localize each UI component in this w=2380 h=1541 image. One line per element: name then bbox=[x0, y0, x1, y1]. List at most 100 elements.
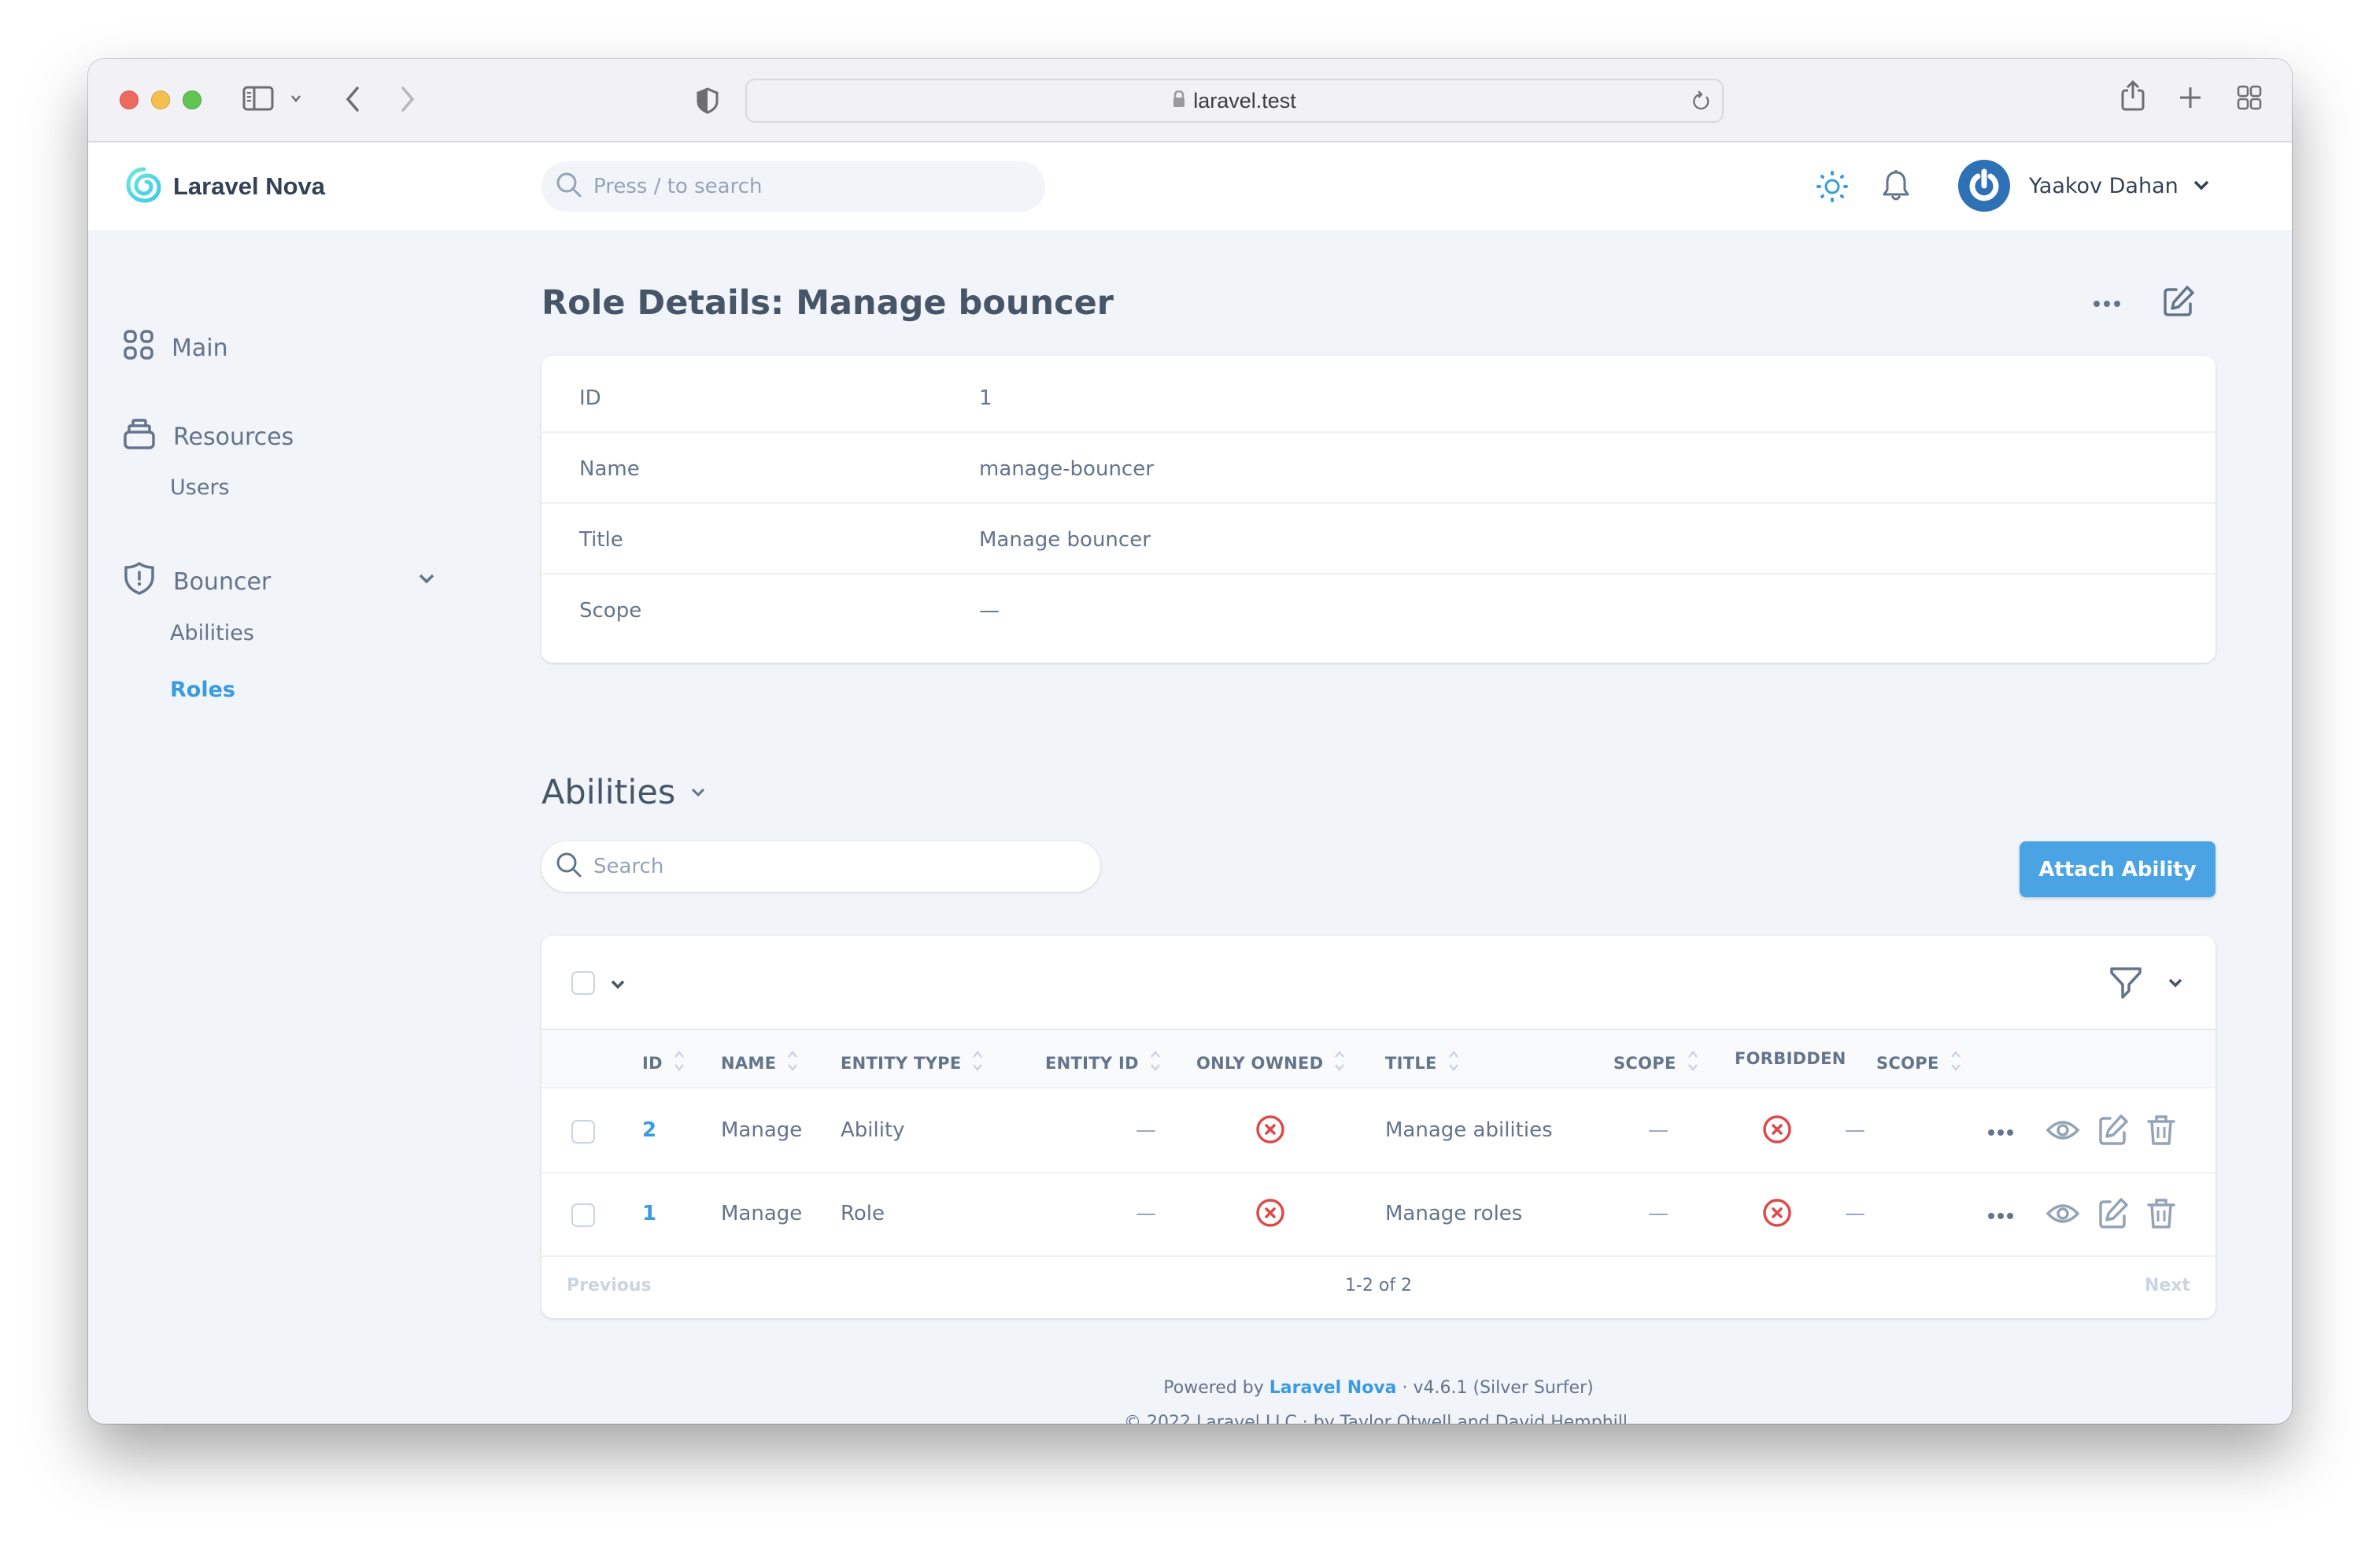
sort-icon[interactable] bbox=[972, 1049, 983, 1077]
column-header-label: FORBIDDEN bbox=[1735, 1049, 1846, 1068]
column-header-label: ID bbox=[642, 1053, 663, 1073]
new-tab-icon[interactable] bbox=[2179, 86, 2202, 109]
column-header[interactable]: SCOPE bbox=[1876, 1049, 1961, 1077]
sort-icon[interactable] bbox=[1334, 1049, 1345, 1077]
column-header[interactable]: SCOPE bbox=[1613, 1049, 1698, 1077]
theme-sun-icon[interactable] bbox=[1816, 171, 1848, 205]
user-menu[interactable]: Yaakov Dahan bbox=[1958, 160, 2210, 212]
abilities-section-title[interactable]: Abilities bbox=[541, 773, 707, 812]
column-header[interactable]: NAME bbox=[721, 1049, 798, 1077]
column-header[interactable]: ONLY OWNED bbox=[1196, 1049, 1345, 1077]
footer-powered-by: Powered by Laravel Nova · v4.6.1 (Silver… bbox=[541, 1371, 2216, 1406]
row-checkbox[interactable] bbox=[571, 1203, 595, 1227]
detail-label: Title bbox=[579, 528, 623, 552]
select-all-dropdown-icon[interactable] bbox=[609, 978, 626, 993]
reload-icon[interactable] bbox=[1691, 90, 1711, 116]
brand-name: Laravel Nova bbox=[173, 172, 325, 200]
table-row[interactable]: 2 Manage Ability — Manage abilities — — bbox=[541, 1090, 2216, 1173]
filter-dropdown-icon[interactable] bbox=[2167, 977, 2184, 992]
sidebar-group-resources[interactable]: Resources bbox=[123, 417, 294, 456]
view-eye-icon[interactable] bbox=[2046, 1198, 2080, 1232]
cell-name: Manage bbox=[721, 1118, 803, 1142]
sidebar-item-main[interactable]: Main bbox=[123, 329, 228, 367]
minimize-window-button[interactable] bbox=[151, 91, 170, 109]
address-bar[interactable]: laravel.test bbox=[745, 79, 1724, 123]
detail-row-scope: Scope — bbox=[541, 575, 2216, 645]
sidebar-toggle-icon[interactable] bbox=[242, 86, 274, 111]
sort-icon[interactable] bbox=[787, 1049, 798, 1077]
cell-title: Manage abilities bbox=[1385, 1118, 1553, 1142]
sort-icon[interactable] bbox=[1448, 1049, 1459, 1077]
sidebar-group-bouncer[interactable]: Bouncer bbox=[123, 561, 271, 602]
chevron-down-icon bbox=[2193, 179, 2210, 194]
column-header[interactable]: ENTITY ID bbox=[1045, 1049, 1161, 1077]
privacy-shield-icon[interactable] bbox=[697, 87, 719, 114]
view-eye-icon[interactable] bbox=[2046, 1114, 2080, 1149]
tab-overview-icon[interactable] bbox=[2237, 85, 2262, 110]
share-icon[interactable] bbox=[2120, 79, 2145, 111]
more-actions-icon[interactable] bbox=[1987, 1125, 2014, 1140]
select-all-checkbox[interactable] bbox=[571, 971, 595, 995]
page-title: Role Details: Manage bouncer bbox=[541, 283, 1114, 323]
cell-pivot-scope: — bbox=[1845, 1118, 1865, 1142]
forward-icon[interactable] bbox=[400, 86, 416, 113]
notifications-bell-icon[interactable] bbox=[1881, 169, 1911, 207]
chevron-down-icon[interactable] bbox=[417, 572, 436, 588]
cell-id[interactable]: 2 bbox=[642, 1118, 656, 1142]
detail-label: Name bbox=[579, 457, 640, 481]
chevron-down-icon[interactable] bbox=[290, 94, 302, 103]
back-icon[interactable] bbox=[345, 86, 360, 113]
pagination: Previous 1-2 of 2 Next bbox=[541, 1255, 2216, 1318]
filter-icon[interactable] bbox=[2108, 966, 2143, 1003]
cell-scope: — bbox=[1648, 1118, 1669, 1142]
cell-entity-id: — bbox=[1136, 1118, 1156, 1142]
edit-icon[interactable] bbox=[2162, 285, 2195, 321]
brand[interactable]: Laravel Nova bbox=[126, 166, 325, 207]
sidebar-item-abilities[interactable]: Abilities bbox=[170, 621, 254, 645]
sort-icon[interactable] bbox=[1150, 1049, 1161, 1077]
shield-exclamation-icon bbox=[123, 561, 156, 602]
nova-link[interactable]: Laravel Nova bbox=[1269, 1378, 1397, 1398]
delete-trash-icon[interactable] bbox=[2146, 1114, 2176, 1150]
more-actions-icon[interactable] bbox=[1987, 1208, 2014, 1223]
global-search[interactable] bbox=[541, 161, 1045, 212]
forbidden-false-icon bbox=[1761, 1197, 1793, 1234]
sort-icon[interactable] bbox=[674, 1049, 685, 1077]
attach-ability-button[interactable]: Attach Ability bbox=[2020, 841, 2216, 897]
global-search-input[interactable] bbox=[593, 175, 987, 198]
column-header[interactable]: ID bbox=[642, 1049, 685, 1077]
cell-id[interactable]: 1 bbox=[642, 1202, 656, 1225]
fullscreen-window-button[interactable] bbox=[183, 91, 201, 109]
sort-icon[interactable] bbox=[1687, 1049, 1698, 1077]
abilities-search-input[interactable] bbox=[593, 855, 1066, 878]
footer: Powered by Laravel Nova · v4.6.1 (Silver… bbox=[541, 1371, 2216, 1424]
app-header: Laravel Nova Yaakov Dahan bbox=[88, 142, 2292, 230]
sidebar-group-label: Bouncer bbox=[173, 567, 272, 596]
sort-icon[interactable] bbox=[1950, 1049, 1961, 1077]
detail-value: — bbox=[979, 599, 1000, 623]
delete-trash-icon[interactable] bbox=[2146, 1197, 2176, 1233]
detail-row-id: ID 1 bbox=[541, 362, 2216, 433]
table-row[interactable]: 1 Manage Role — Manage roles — — bbox=[541, 1173, 2216, 1257]
row-actions bbox=[1987, 1114, 2176, 1150]
details-panel: ID 1 Name manage-bouncer Title Manage bo… bbox=[541, 356, 2216, 663]
detail-value: Manage bouncer bbox=[979, 528, 1151, 552]
close-window-button[interactable] bbox=[120, 91, 139, 109]
column-header-label: ONLY OWNED bbox=[1196, 1053, 1324, 1073]
detail-value: 1 bbox=[979, 386, 992, 410]
browser-toolbar: laravel.test bbox=[88, 59, 2292, 142]
edit-icon[interactable] bbox=[2097, 1197, 2129, 1233]
sidebar-item-roles[interactable]: Roles bbox=[170, 678, 235, 702]
abilities-table: ID NAME ENTITY TYPE ENTITY ID ONLY OWNED TITL… bbox=[541, 936, 2216, 1318]
search-icon bbox=[556, 172, 582, 201]
more-actions-icon[interactable] bbox=[2093, 296, 2121, 311]
column-header[interactable]: TITLE bbox=[1385, 1049, 1459, 1077]
footer-copyright: © 2022 Laravel LLC · by Taylor Otwell an… bbox=[1124, 1413, 1633, 1424]
abilities-search[interactable] bbox=[541, 841, 1100, 892]
column-header[interactable]: ENTITY TYPE bbox=[841, 1049, 983, 1077]
row-checkbox[interactable] bbox=[571, 1120, 595, 1144]
cell-entity-type: Ability bbox=[841, 1118, 905, 1142]
sidebar-item-users[interactable]: Users bbox=[170, 475, 230, 500]
edit-icon[interactable] bbox=[2097, 1114, 2129, 1150]
next-page-button[interactable]: Next bbox=[2145, 1276, 2190, 1295]
